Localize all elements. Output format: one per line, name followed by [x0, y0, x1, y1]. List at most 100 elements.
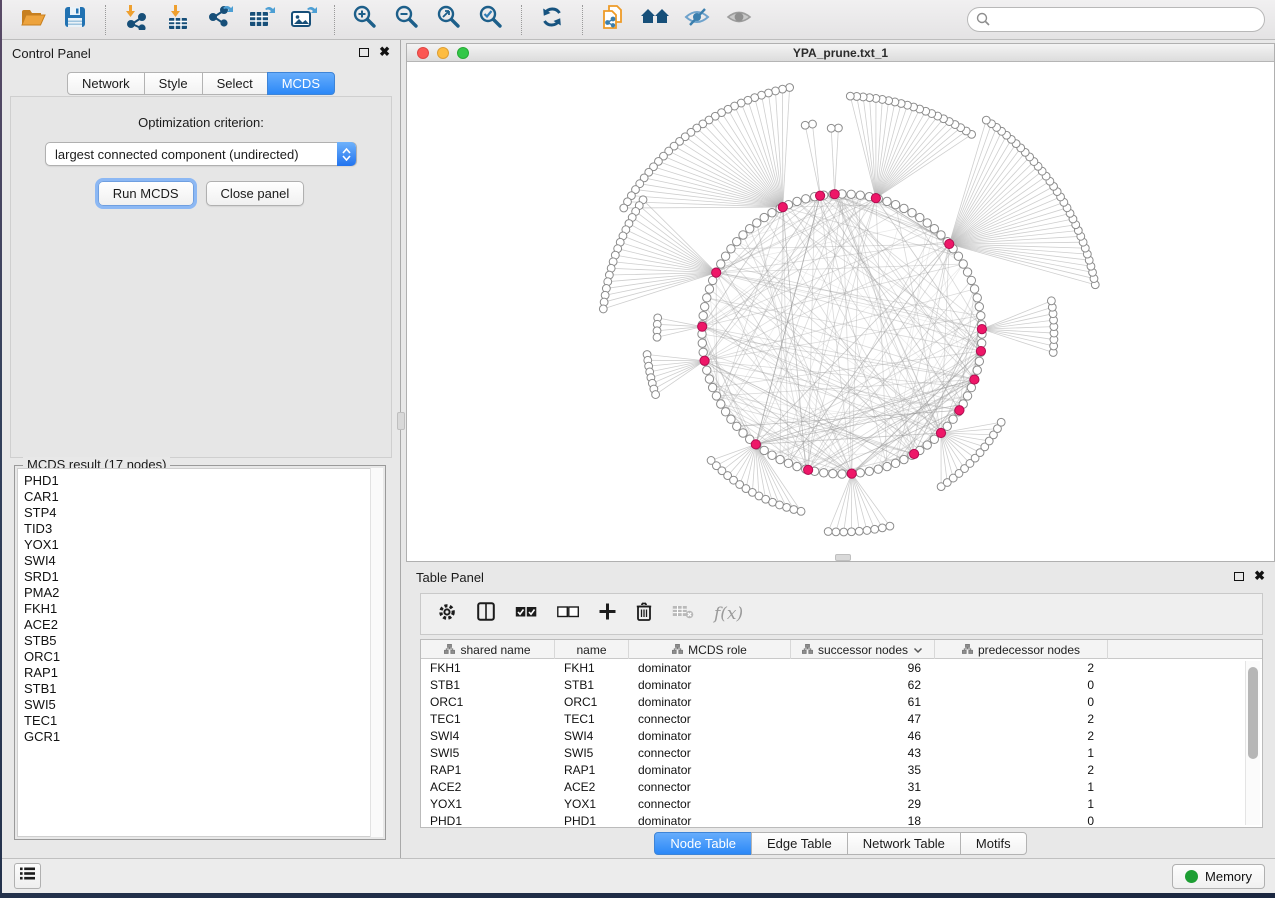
- tab-edge-table[interactable]: Edge Table: [751, 832, 848, 855]
- mcds-result-item[interactable]: FKH1: [24, 601, 382, 617]
- tab-network-table[interactable]: Network Table: [847, 832, 961, 855]
- zoom-in-icon: [352, 4, 378, 35]
- table-row[interactable]: TEC1TEC1connector472: [421, 710, 1262, 727]
- export-image-icon: [290, 4, 318, 35]
- tab-motifs[interactable]: Motifs: [960, 832, 1027, 855]
- delete-column-trash-icon[interactable]: [636, 602, 652, 626]
- mcds-list-scrollbar[interactable]: [370, 468, 383, 837]
- duplicate-network-button[interactable]: [595, 4, 631, 36]
- zoom-selected-icon: [478, 4, 504, 35]
- table-row[interactable]: STB1STB1dominator620: [421, 676, 1262, 693]
- table-cell: FKH1: [555, 661, 629, 675]
- table-scrollbar[interactable]: [1245, 661, 1260, 825]
- search-input[interactable]: [967, 7, 1265, 32]
- close-panel-icon[interactable]: ✖: [1254, 571, 1265, 581]
- main-toolbar: [2, 0, 1275, 40]
- import-table-button[interactable]: [160, 4, 196, 36]
- mcds-result-item[interactable]: RAP1: [24, 665, 382, 681]
- mcds-result-item[interactable]: STB5: [24, 633, 382, 649]
- table-row[interactable]: RAP1RAP1dominator352: [421, 761, 1262, 778]
- tab-node-table[interactable]: Node Table: [654, 832, 752, 855]
- tab-select[interactable]: Select: [202, 72, 268, 95]
- run-mcds-button[interactable]: Run MCDS: [98, 181, 194, 206]
- show-columns-icon[interactable]: [477, 602, 495, 626]
- select-all-rows-icon[interactable]: [515, 605, 537, 623]
- open-button[interactable]: [15, 4, 51, 36]
- zoom-fit-icon: [436, 4, 462, 35]
- tab-network[interactable]: Network: [67, 72, 145, 95]
- table-row[interactable]: ORC1ORC1dominator610: [421, 693, 1262, 710]
- import-network-button[interactable]: [118, 4, 154, 36]
- task-history-button[interactable]: [14, 863, 41, 889]
- export-table-icon: [248, 4, 276, 35]
- table-cell: dominator: [629, 763, 791, 777]
- network-window-titlebar[interactable]: YPA_prune.txt_1: [407, 44, 1274, 62]
- export-table-button[interactable]: [244, 4, 280, 36]
- export-network-button[interactable]: [202, 4, 238, 36]
- show-all-button[interactable]: [721, 4, 757, 36]
- mcds-result-item[interactable]: CAR1: [24, 489, 382, 505]
- mcds-result-item[interactable]: STB1: [24, 681, 382, 697]
- table-row[interactable]: SWI4SWI4dominator462: [421, 727, 1262, 744]
- zoom-in-button[interactable]: [347, 4, 383, 36]
- mcds-result-item[interactable]: TID3: [24, 521, 382, 537]
- float-panel-icon[interactable]: [359, 48, 369, 57]
- column-header-successor-nodes[interactable]: successor nodes: [791, 640, 935, 659]
- table-cell: connector: [629, 797, 791, 811]
- optimization-select[interactable]: largest connected component (undirected): [45, 142, 357, 166]
- table-cell: 2: [935, 661, 1108, 675]
- close-panel-button[interactable]: Close panel: [206, 181, 305, 206]
- table-cell: dominator: [629, 678, 791, 692]
- column-header-mcds-role[interactable]: MCDS role: [629, 640, 791, 659]
- hide-selected-button[interactable]: [679, 4, 715, 36]
- import-network-icon: [123, 4, 149, 35]
- mcds-result-item[interactable]: STP4: [24, 505, 382, 521]
- tab-mcds[interactable]: MCDS: [267, 72, 335, 95]
- memory-button[interactable]: Memory: [1172, 864, 1265, 889]
- zoom-out-button[interactable]: [389, 4, 425, 36]
- refresh-icon: [539, 4, 565, 35]
- table-cell: 2: [935, 712, 1108, 726]
- tree-hierarchy-icon: [962, 643, 973, 657]
- close-panel-icon[interactable]: ✖: [379, 47, 390, 57]
- table-scrollbar-thumb[interactable]: [1248, 667, 1258, 759]
- tab-style[interactable]: Style: [144, 72, 203, 95]
- table-row[interactable]: PHD1PHD1dominator180: [421, 812, 1262, 828]
- table-cell: SWI4: [555, 729, 629, 743]
- float-panel-icon[interactable]: [1234, 572, 1244, 581]
- vertical-splitter-handle[interactable]: [397, 412, 405, 430]
- mcds-result-list[interactable]: PHD1CAR1STP4TID3YOX1SWI4SRD1PMA2FKH1ACE2…: [17, 468, 383, 837]
- table-settings-gear-icon[interactable]: [437, 602, 457, 627]
- node-table-header: shared namenameMCDS rolesuccessor nodesp…: [421, 640, 1262, 659]
- zoom-fit-button[interactable]: [431, 4, 467, 36]
- first-neighbors-button[interactable]: [637, 4, 673, 36]
- deselect-all-rows-icon[interactable]: [557, 605, 579, 623]
- save-button[interactable]: [57, 4, 93, 36]
- horizontal-splitter-handle[interactable]: [835, 554, 851, 561]
- mcds-result-item[interactable]: TEC1: [24, 713, 382, 729]
- mcds-result-group: MCDS result (17 nodes) PHD1CAR1STP4TID3Y…: [14, 465, 386, 840]
- mcds-result-item[interactable]: YOX1: [24, 537, 382, 553]
- network-canvas[interactable]: [407, 62, 1274, 561]
- export-image-button[interactable]: [286, 4, 322, 36]
- column-header-shared-name[interactable]: shared name: [421, 640, 555, 659]
- mcds-result-item[interactable]: SWI5: [24, 697, 382, 713]
- mcds-result-item[interactable]: SWI4: [24, 553, 382, 569]
- table-row[interactable]: YOX1YOX1connector291: [421, 795, 1262, 812]
- column-header-name[interactable]: name: [555, 640, 629, 659]
- table-row[interactable]: SWI5SWI5connector431: [421, 744, 1262, 761]
- table-cell: ORC1: [555, 695, 629, 709]
- mcds-result-item[interactable]: PMA2: [24, 585, 382, 601]
- mcds-result-item[interactable]: PHD1: [24, 473, 382, 489]
- table-row[interactable]: ACE2ACE2connector311: [421, 778, 1262, 795]
- zoom-selected-button[interactable]: [473, 4, 509, 36]
- open-folder-icon: [20, 6, 46, 33]
- refresh-button[interactable]: [534, 4, 570, 36]
- table-row[interactable]: FKH1FKH1dominator962: [421, 659, 1262, 676]
- mcds-result-item[interactable]: GCR1: [24, 729, 382, 745]
- mcds-result-item[interactable]: ORC1: [24, 649, 382, 665]
- mcds-result-item[interactable]: SRD1: [24, 569, 382, 585]
- column-header-predecessor-nodes[interactable]: predecessor nodes: [935, 640, 1108, 659]
- create-column-plus-icon[interactable]: [599, 603, 616, 625]
- mcds-result-item[interactable]: ACE2: [24, 617, 382, 633]
